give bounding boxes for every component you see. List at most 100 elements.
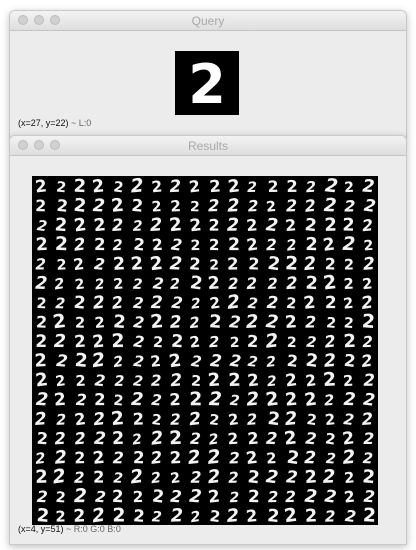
window-title: Query	[191, 14, 225, 28]
result-digit-tile: 2	[343, 488, 356, 507]
result-digit-tile: 2	[286, 196, 298, 215]
result-digit-tile: 2	[94, 235, 106, 254]
result-digit-tile: 2	[54, 429, 66, 449]
result-digit-tile: 2	[247, 354, 259, 371]
result-digit-tile: 2	[363, 487, 376, 507]
result-digit-tile: 2	[189, 389, 202, 410]
result-digit-tile: 2	[132, 352, 145, 371]
result-digit-tile: 2	[325, 507, 336, 525]
result-digit-tile: 2	[264, 330, 279, 352]
result-digit-tile: 2	[171, 332, 184, 353]
result-digit-tile: 2	[52, 310, 68, 333]
result-digit-tile: 2	[266, 506, 280, 525]
result-digit-tile: 2	[208, 196, 220, 215]
result-digit-tile: 2	[169, 253, 183, 275]
result-digit-tile: 2	[131, 431, 143, 448]
result-digit-tile: 2	[190, 468, 201, 487]
result-digit-tile: 2	[265, 311, 280, 333]
result-digit-tile: 2	[323, 195, 337, 217]
result-digit-tile: 2	[247, 429, 260, 449]
result-digit-tile: 2	[73, 331, 86, 352]
result-digit-tile: 2	[189, 254, 202, 274]
result-digit-tile: 2	[305, 273, 318, 294]
result-digit-tile: 2	[132, 313, 145, 332]
query-titlebar[interactable]: Query	[10, 11, 406, 31]
result-digit-tile: 2	[53, 275, 65, 293]
result-digit-tile: 2	[112, 504, 125, 525]
result-digit-tile: 2	[344, 180, 355, 196]
result-digit-tile: 2	[110, 195, 125, 217]
result-digit-tile: 2	[268, 178, 279, 196]
result-digit-tile: 2	[227, 216, 240, 236]
result-digit-tile: 2	[113, 448, 125, 467]
result-digit-tile: 2	[35, 235, 48, 256]
result-digit-tile: 2	[188, 176, 201, 196]
result-digit-tile: 2	[132, 332, 145, 351]
result-digit-tile: 2	[170, 410, 181, 428]
result-digit-tile: 2	[209, 294, 222, 313]
result-digit-tile: 2	[361, 409, 374, 429]
result-digit-tile: 2	[246, 410, 258, 429]
results-window: Results 22222222222222222222222222222222…	[9, 135, 407, 545]
result-digit-tile: 2	[209, 257, 219, 273]
result-digit-tile: 2	[189, 314, 201, 332]
result-digit-tile: 2	[266, 236, 277, 254]
result-digit-tile: 2	[187, 447, 202, 469]
result-digit-tile: 2	[95, 488, 107, 507]
result-digit-tile: 2	[94, 276, 106, 293]
result-digit-tile: 2	[170, 487, 183, 507]
result-digit-tile: 2	[343, 315, 354, 332]
result-digit-tile: 2	[360, 351, 374, 371]
result-digit-tile: 2	[361, 311, 376, 333]
result-digit-tile: 2	[132, 409, 144, 428]
result-digit-tile: 2	[130, 253, 144, 275]
result-digit-tile: 2	[362, 450, 373, 468]
result-digit-tile: 2	[74, 429, 87, 449]
result-digit-tile: 2	[73, 506, 86, 525]
results-image-grid[interactable]: 2 2 2 2 2 2 2 2 2 2 2 2 2 2 2 2 2 22 2 2 2 2 2 2 2 2 2 2 2 2 2 2 2 2 22 2 2 2…	[32, 176, 378, 525]
result-digit-tile: 2	[266, 450, 277, 467]
result-digit-tile: 2	[151, 235, 163, 255]
result-digit-tile: 2	[150, 427, 165, 449]
result-digit-tile: 2	[35, 274, 48, 294]
result-digit-tile: 2	[227, 196, 240, 217]
result-digit-tile: 2	[112, 486, 124, 506]
result-digit-tile: 2	[188, 409, 202, 430]
result-digit-tile: 2	[190, 430, 202, 448]
result-digit-tile: 2	[56, 351, 69, 371]
result-digit-tile: 2	[248, 254, 260, 274]
result-digit-tile: 2	[112, 237, 123, 254]
result-digit-tile: 2	[228, 235, 240, 255]
query-digit-image[interactable]: 2	[175, 51, 239, 115]
result-digit-tile: 2	[207, 369, 221, 391]
result-digit-tile: 2	[132, 219, 142, 235]
result-digit-tile: 2	[149, 253, 164, 275]
result-digit-tile: 2	[36, 429, 48, 449]
result-digit-tile: 2	[35, 467, 48, 488]
result-digit-tile: 2	[168, 214, 182, 236]
result-digit-tile: 2	[190, 352, 203, 371]
result-digit-tile: 2	[286, 351, 299, 371]
result-digit-tile: 2	[363, 238, 374, 255]
result-digit-tile: 2	[55, 179, 67, 196]
result-digit-tile: 2	[56, 257, 67, 273]
results-titlebar[interactable]: Results	[10, 136, 406, 156]
result-digit-tile: 2	[324, 430, 337, 448]
result-digit-tile: 2	[170, 505, 183, 525]
result-digit-tile: 2	[362, 254, 375, 275]
result-digit-tile: 2	[189, 272, 204, 294]
result-digit-tile: 2	[54, 214, 68, 236]
result-digit-tile: 2	[228, 469, 239, 487]
result-digit-tile: 2	[111, 215, 124, 235]
result-digit-tile: 2	[344, 257, 354, 273]
result-digit-tile: 2	[74, 350, 89, 372]
query-digit: 2	[188, 53, 226, 115]
result-digit-tile: 2	[171, 293, 184, 313]
result-digit-tile: 2	[245, 447, 259, 468]
result-digit-tile: 2	[266, 429, 278, 448]
result-digit-tile: 2	[284, 369, 298, 390]
window-title: Results	[187, 139, 228, 153]
result-digit-tile: 2	[169, 470, 181, 487]
status-separator: ~	[68, 118, 79, 128]
result-digit-tile: 2	[266, 373, 277, 390]
